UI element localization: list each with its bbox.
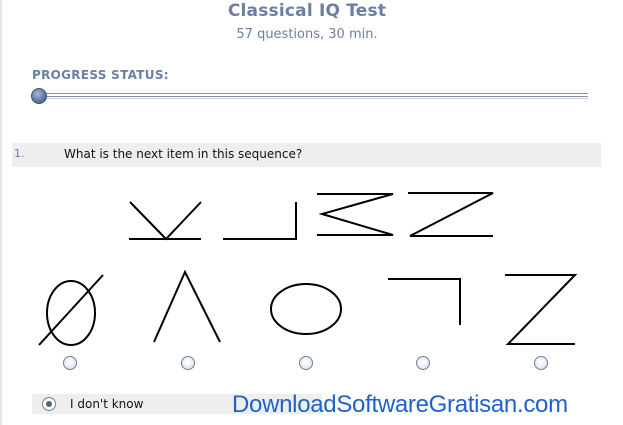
answer-figure-circle-slash: [38, 274, 104, 346]
iq-test-page: Classical IQ Test 57 questions, 30 min. …: [0, 0, 623, 425]
dont-know-radio[interactable]: [42, 397, 56, 411]
sequence-figure-m: [317, 193, 394, 236]
watermark-text: DownloadSoftwareGratisan.com: [232, 391, 568, 418]
answer-radio-2[interactable]: [181, 356, 195, 370]
answer-radio-4[interactable]: [416, 356, 430, 370]
answer-figure-z: [505, 274, 578, 345]
answer-figure-inverted-v: [153, 269, 221, 343]
sequence-figure-n: [408, 192, 494, 237]
answer-figure-corner: [388, 278, 461, 325]
sequence-figure-k: [129, 201, 202, 241]
dont-know-label[interactable]: I don't know: [70, 397, 143, 411]
dont-know-radio-dot: [46, 401, 52, 407]
answer-radio-1[interactable]: [63, 356, 77, 370]
answer-figure-ellipse: [270, 283, 342, 335]
sequence-figure-l: [223, 202, 297, 240]
answer-radio-3[interactable]: [299, 356, 313, 370]
answer-radio-5[interactable]: [534, 356, 548, 370]
